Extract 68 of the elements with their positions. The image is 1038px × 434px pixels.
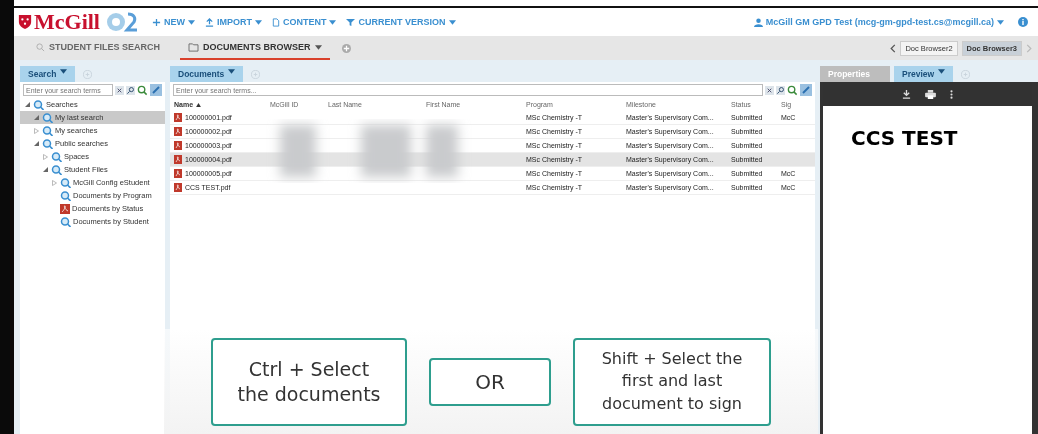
instruction-callout: Ctrl + Select the documents <box>211 337 407 426</box>
mcgill-logo[interactable]: McGill <box>18 9 142 35</box>
search-icon[interactable] <box>126 85 135 95</box>
caret-icon[interactable] <box>255 19 262 25</box>
pdf-icon <box>60 203 70 214</box>
caret-icon[interactable] <box>228 69 236 74</box>
caret-icon[interactable] <box>938 69 946 74</box>
clear-icon[interactable] <box>765 85 774 95</box>
user-menu-button[interactable]: McGill GM GPD Test (mcg-gm-gpd-test.cs@mcgill.ca) <box>753 17 1004 27</box>
pdf-icon <box>174 113 182 122</box>
expanded-icon[interactable] <box>34 141 39 146</box>
caret-icon[interactable] <box>329 19 337 25</box>
plus-icon[interactable] <box>152 17 161 27</box>
sort-ascending-icon[interactable] <box>196 102 202 107</box>
caret-icon[interactable] <box>60 69 68 74</box>
panel-tab[interactable]: Documents <box>170 66 244 82</box>
tab[interactable]: STUDENT FILES SEARCH <box>28 36 168 60</box>
more-icon[interactable] <box>950 89 953 99</box>
collapsed-icon[interactable] <box>34 127 39 134</box>
instruction-callout: Shift + Select the first and last document to sign <box>573 337 771 426</box>
panel-tab[interactable]: Search <box>20 66 76 82</box>
search-icon <box>51 151 62 162</box>
clear-icon[interactable] <box>115 85 124 95</box>
header-menu-button[interactable]: IMPORT <box>205 17 262 27</box>
caret-icon[interactable] <box>997 19 1004 25</box>
edit-icon[interactable] <box>800 84 812 96</box>
search-icon <box>42 112 53 123</box>
user-icon[interactable] <box>753 17 763 27</box>
caret-icon[interactable] <box>448 19 456 25</box>
caret-icon[interactable] <box>314 44 322 50</box>
pdf-icon <box>174 127 182 136</box>
search-icon <box>51 164 62 175</box>
expanded-icon[interactable] <box>25 102 30 107</box>
pdf-icon <box>174 141 182 150</box>
search-icon[interactable] <box>776 85 785 95</box>
search-icon <box>60 216 71 227</box>
pdf-icon <box>174 169 182 178</box>
search-icon <box>60 177 71 188</box>
collapsed-icon[interactable] <box>43 153 48 160</box>
header-menu-button[interactable]: NEW <box>152 17 195 27</box>
page-icon[interactable] <box>272 17 280 27</box>
caret-icon[interactable] <box>188 19 195 25</box>
collapsed-icon[interactable] <box>52 179 57 186</box>
download-icon[interactable] <box>902 89 911 99</box>
pdf-icon <box>174 183 182 192</box>
saved-search-icon[interactable] <box>787 84 798 96</box>
filter-icon[interactable] <box>346 17 356 27</box>
search-icon <box>42 138 53 149</box>
edit-icon[interactable] <box>150 84 162 96</box>
pdf-icon <box>174 155 182 164</box>
saved-search-icon[interactable] <box>137 84 148 96</box>
search-icon <box>36 42 45 52</box>
search-icon <box>42 125 53 136</box>
document-heading: CCS TEST <box>851 126 959 150</box>
panel-tab[interactable]: Preview <box>894 66 954 82</box>
search-icon <box>60 190 71 201</box>
expanded-icon[interactable] <box>43 167 48 172</box>
previous-icon[interactable] <box>890 43 897 53</box>
header-menu-button[interactable]: CURRENT VERSION <box>346 17 456 27</box>
print-icon[interactable] <box>925 89 936 99</box>
search-icon <box>33 99 44 110</box>
folder-icon <box>188 42 199 52</box>
info-icon[interactable] <box>1018 17 1028 27</box>
header-menu-button[interactable]: CONTENT <box>272 17 337 27</box>
expanded-icon[interactable] <box>34 115 39 120</box>
add-tab-icon[interactable] <box>341 43 351 53</box>
upload-icon[interactable] <box>205 17 214 27</box>
instruction-callout: OR <box>429 357 551 406</box>
